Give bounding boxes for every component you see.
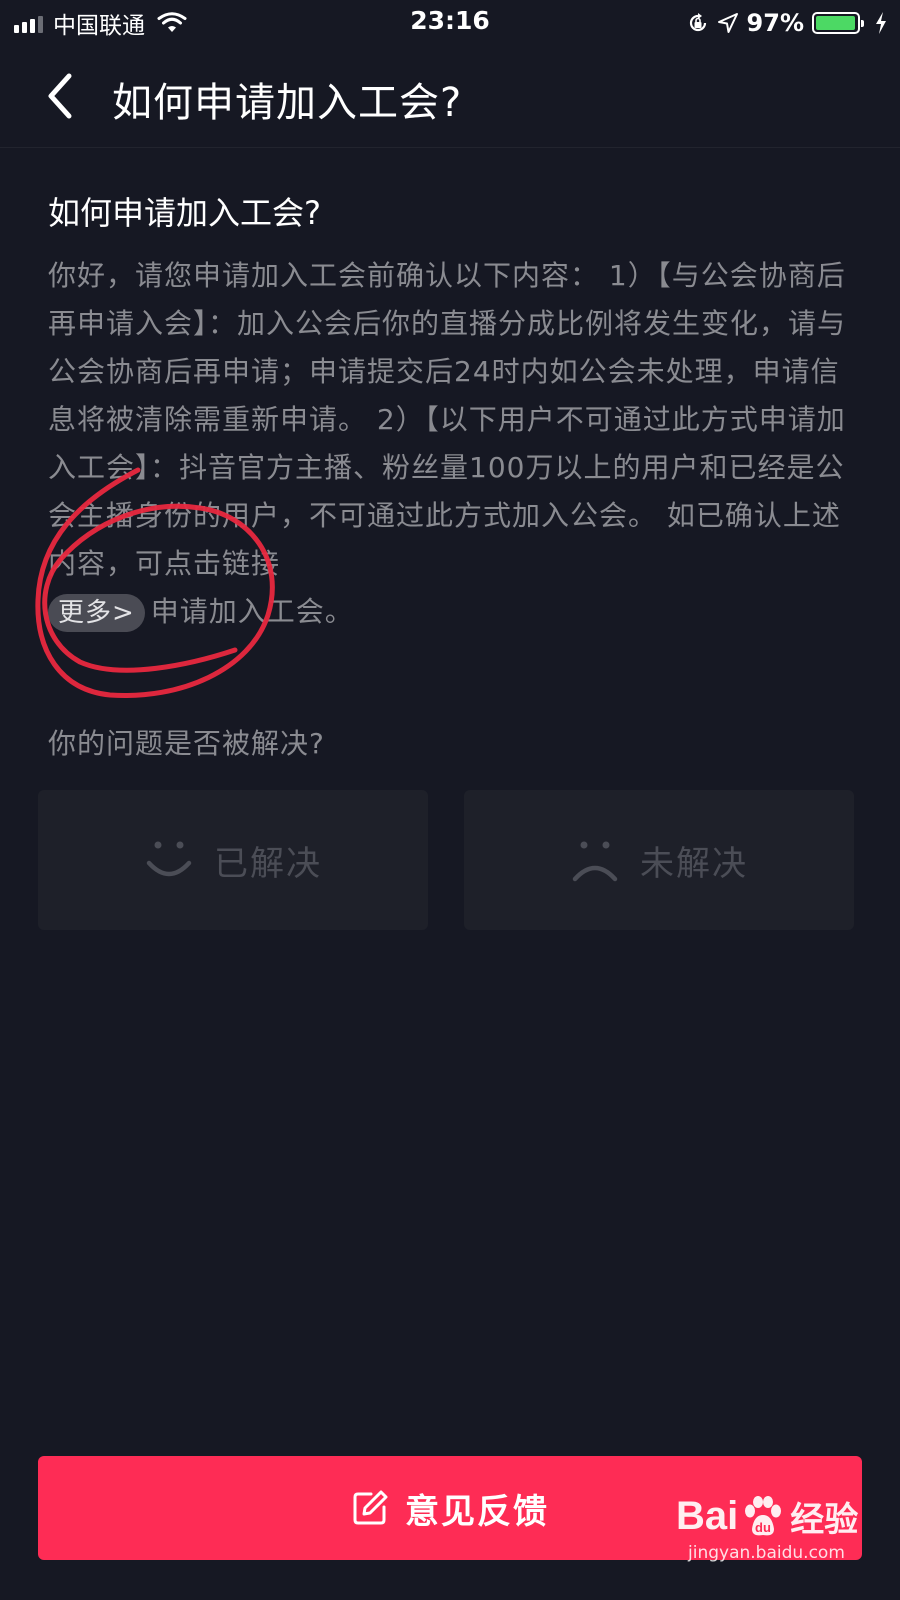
battery-percent: 97% — [746, 9, 804, 37]
unresolved-label: 未解决 — [640, 843, 748, 884]
resolved-button[interactable]: 已解决 — [38, 790, 428, 930]
watermark-url: jingyan.baidu.com — [688, 1543, 845, 1563]
article-title: 如何申请加入工会? — [48, 194, 321, 232]
frown-icon — [572, 841, 618, 882]
more-link[interactable]: 更多> — [48, 594, 145, 632]
status-right: 97% — [687, 8, 888, 38]
chevron-left-icon — [48, 73, 72, 119]
watermark: Bai du 经验 jingyan.baidu.com — [676, 1492, 876, 1582]
article-tail: 申请加入工会。 — [150, 595, 354, 628]
back-button[interactable] — [34, 68, 86, 124]
resolved-label: 已解决 — [214, 843, 322, 884]
paw-icon: du — [745, 1495, 782, 1535]
rotation-lock-icon — [689, 13, 706, 32]
page-title: 如何申请加入工会? — [112, 80, 463, 126]
resolution-question: 你的问题是否被解决? — [48, 727, 325, 760]
feedback-label: 意见反馈 — [405, 1491, 549, 1532]
battery-icon — [812, 12, 864, 34]
svg-text:du: du — [755, 1520, 771, 1535]
charging-icon — [876, 12, 886, 34]
screen: 中国联通 23:16 97% 如何申请加入工会? 如何申请加入工会? 你好，请您… — [0, 0, 900, 1600]
article-text: 你好，请您申请加入工会前确认以下内容： 1）【与公会协商后再申请入会】：加入公会… — [48, 259, 847, 580]
article-body: 你好，请您申请加入工会前确认以下内容： 1）【与公会协商后再申请入会】：加入公会… — [48, 252, 860, 636]
battery-fill — [816, 16, 855, 30]
unresolved-button[interactable]: 未解决 — [464, 790, 854, 930]
nav-bar: 如何申请加入工会? — [0, 48, 900, 148]
watermark-logo: Bai du 经验 — [676, 1494, 859, 1539]
location-icon — [717, 13, 738, 33]
status-bar: 中国联通 23:16 97% — [0, 0, 900, 46]
smile-icon — [146, 841, 192, 877]
edit-icon — [353, 1490, 388, 1525]
